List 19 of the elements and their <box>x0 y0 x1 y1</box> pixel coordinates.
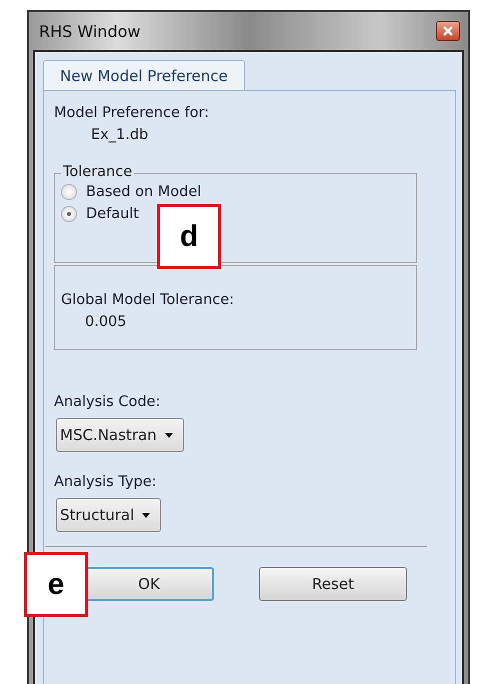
caret-icon <box>164 432 173 438</box>
caret-icon <box>142 512 150 518</box>
analysis-type-label: Analysis Type: <box>54 474 158 490</box>
dialog-button[interactable]: Reset <box>259 567 407 601</box>
callout-label: e <box>24 552 88 617</box>
callout-label: d <box>157 204 221 269</box>
analysis-code-label: Analysis Code: <box>54 394 162 410</box>
close-icon <box>443 26 453 36</box>
tab[interactable]: New Model Preference <box>43 60 245 90</box>
analysis-code-dropdown[interactable]: MSC.Nastran <box>56 418 184 452</box>
global-tolerance-label: Global Model Tolerance: <box>61 292 236 308</box>
window-title: RHS Window <box>39 22 140 40</box>
radio-option[interactable]: Default <box>61 206 139 222</box>
global-tolerance-value: 0.005 <box>85 314 128 330</box>
model-file-name: Ex_1.db <box>91 127 150 143</box>
model-preference-label: Model Preference for: <box>54 105 210 121</box>
radio-option[interactable]: Based on Model <box>61 184 202 200</box>
close-button[interactable] <box>436 21 460 41</box>
analysis-type-dropdown[interactable]: Structural <box>56 498 162 532</box>
